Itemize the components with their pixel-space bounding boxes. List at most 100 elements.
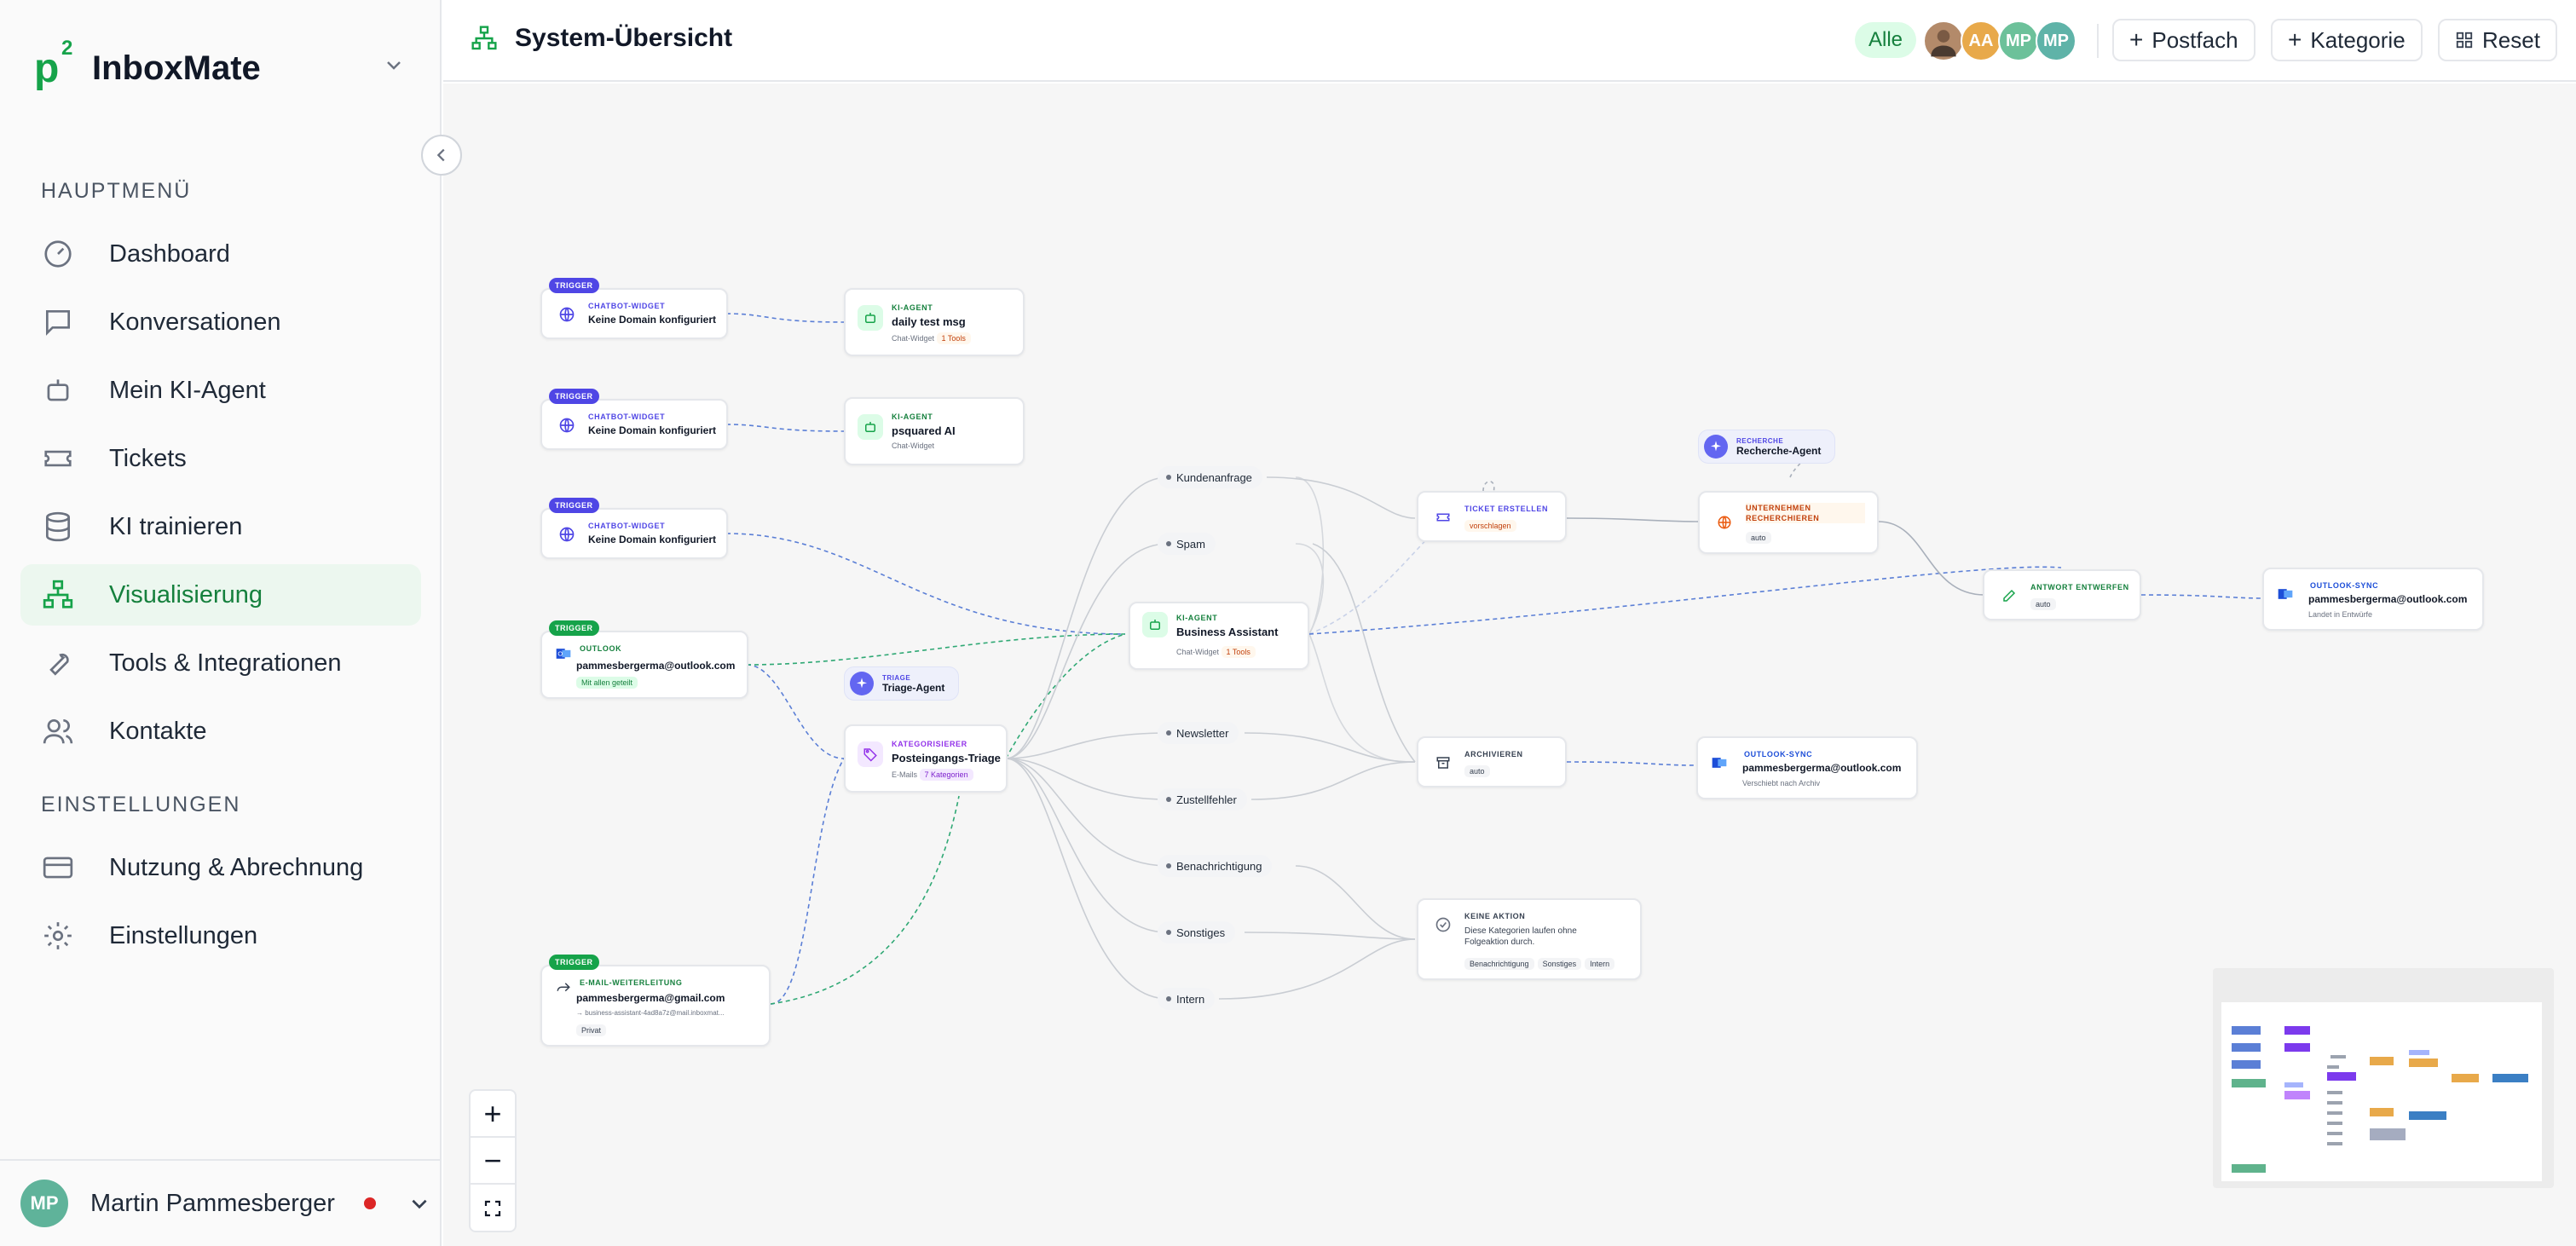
gauge-icon [41,237,75,271]
sidebar-item-dashboard[interactable]: Dashboard [20,223,421,285]
node-triage-agent[interactable]: TRIAGE Triage-Agent [844,666,960,701]
node-sub-text: E-Mails [892,770,918,779]
node-title: pammesbergerma@gmail.com [576,992,725,1004]
category-intern[interactable]: Intern [1158,988,1216,1010]
category-kundenanfrage[interactable]: Kundenanfrage [1158,466,1262,488]
sidebar-item-label: KI trainieren [109,512,243,540]
sparkle-icon [850,672,874,695]
outlook-icon: O [551,641,576,666]
svg-text:O: O [557,650,563,658]
node-email-forwarding[interactable]: TRIGGER E-MAIL-WEITERLEITUNG pammesberge… [540,955,771,1047]
node-outlook-sync-drafts[interactable]: OUTLOOK-SYNC pammesbergerma@outlook.com … [2262,568,2484,631]
button-label: Reset [2482,26,2540,53]
node-type: OUTLOOK-SYNC [2310,581,2379,590]
mode-chip: auto [1746,532,1771,544]
category-newsletter[interactable]: Newsletter [1158,722,1239,744]
node-type: KI-AGENT [1176,614,1218,622]
avatar[interactable]: AA [1961,20,2001,61]
sidebar-item-visualisierung[interactable]: Visualisierung [20,564,421,626]
node-ticket-erstellen[interactable]: TICKET ERSTELLEN vorschlagen [1417,491,1567,542]
zoom-in-button[interactable]: + [471,1091,515,1138]
node-ki-agent-psquared[interactable]: KI-AGENT psquared AI Chat-Widget [844,397,1025,465]
sidebar-item-tickets[interactable]: Tickets [20,428,421,489]
category-chip: Benachrichtigung [1464,958,1534,970]
sidebar-item-kontakte[interactable]: Kontakte [20,701,421,762]
robot-icon [1142,612,1168,637]
node-business-assistant[interactable]: KI-AGENT Business Assistant Chat-Widget … [1129,602,1309,670]
sidebar-item-konversationen[interactable]: Konversationen [20,291,421,353]
avatar[interactable]: MP [2036,20,2076,61]
node-type: CHATBOT-WIDGET [588,522,666,530]
robot-icon [858,414,883,440]
category-zustellfehler[interactable]: Zustellfehler [1158,788,1247,810]
node-keine-aktion[interactable]: KEINE AKTION Diese Kategorien laufen ohn… [1417,898,1642,980]
outlook-icon [2273,581,2298,607]
node-type: OUTLOOK-SYNC [1744,750,1813,759]
robot-icon [858,305,883,331]
mode-chip: vorschlagen [1464,520,1516,532]
node-chip-wrap: auto [2030,598,2059,610]
node-sub: E-Mails 7 Kategorien [892,769,977,781]
node-antwort-entwerfen[interactable]: ANTWORT ENTWERFEN auto [1983,569,2141,620]
user-menu[interactable]: MP Martin Pammesberger [0,1159,442,1246]
category-benachrichtigung[interactable]: Benachrichtigung [1158,855,1273,877]
filter-all[interactable]: Alle [1855,22,1916,58]
flow-canvas[interactable]: TRIGGER CHATBOT-WIDGET Keine Domain konf… [443,84,2576,1246]
sidebar-item-label: Mein KI-Agent [109,376,266,404]
node-chatbot-widget-1[interactable]: TRIGGER CHATBOT-WIDGET Keine Domain konf… [540,278,728,339]
node-unternehmen-recherchieren[interactable]: UNTERNEHMEN RECHERCHIEREN auto [1698,491,1879,554]
zoom-controls: + − [469,1089,517,1232]
status-dot [363,1197,376,1209]
sidebar-item-tools[interactable]: Tools & Integrationen [20,632,421,694]
pencil-icon [1996,583,2022,609]
plus-icon: + [2288,26,2302,53]
trigger-tag: TRIGGER [549,955,599,970]
node-ki-agent-daily[interactable]: KI-AGENT daily test msg Chat-Widget 1 To… [844,288,1025,356]
add-postfach-button[interactable]: + Postfach [2112,19,2255,61]
add-kategorie-button[interactable]: + Kategorie [2271,19,2423,61]
chevron-down-icon[interactable] [408,1192,430,1214]
node-chatbot-widget-3[interactable]: TRIGGER CHATBOT-WIDGET Keine Domain konf… [540,498,728,559]
node-recherche-agent[interactable]: RECHERCHE Recherche-Agent [1698,430,1836,464]
avatar-photo[interactable] [1923,20,1964,61]
brand[interactable]: p2 InboxMate [34,37,261,95]
trigger-tag: TRIGGER [549,498,599,513]
sidebar-collapse-button[interactable] [421,135,462,176]
sidebar-item-ki-agent[interactable]: Mein KI-Agent [20,360,421,421]
node-type: CHATBOT-WIDGET [588,412,666,421]
node-chatbot-widget-2[interactable]: TRIGGER CHATBOT-WIDGET Keine Domain konf… [540,389,728,450]
sidebar-item-label: Einstellungen [109,921,258,949]
agent-pill-text: RECHERCHE Recherche-Agent [1736,437,1821,457]
node-title: Keine Domain konfiguriert [588,424,717,436]
reset-button[interactable]: Reset [2438,19,2557,61]
sidebar-item-label: Kontakte [109,717,207,745]
sidebar-item-label: Nutzung & Abrechnung [109,853,364,881]
sidebar-item-ki-trainieren[interactable]: KI trainieren [20,496,421,557]
button-label: Postfach [2151,26,2238,53]
node-outlook-sync-archive[interactable]: OUTLOOK-SYNC pammesbergerma@outlook.com … [1696,736,1918,799]
category-spam[interactable]: Spam [1158,533,1216,555]
node-type: TRIAGE [882,673,911,682]
node-archivieren[interactable]: ARCHIVIEREN auto [1417,736,1567,787]
node-sub: Chat-Widget 1 Tools [892,332,974,344]
brand-name: InboxMate [92,49,261,87]
node-outlook-trigger[interactable]: TRIGGER O OUTLOOK pammesbergerma@outlook… [540,620,748,699]
node-kategorisierer[interactable]: KATEGORISIERER Posteingangs-Triage E-Mai… [844,724,1008,793]
node-type: KI-AGENT [892,303,933,312]
button-label: Kategorie [2310,26,2406,53]
node-type: KI-AGENT [892,412,933,421]
plus-icon: + [2129,26,2144,53]
node-chips: Benachrichtigung Sonstiges Intern [1464,958,1618,970]
avatar[interactable]: MP [1998,20,2039,61]
user-photo-icon [1931,30,1956,57]
chevron-down-icon[interactable] [384,55,404,75]
fit-view-button[interactable] [471,1185,515,1232]
category-sonstiges[interactable]: Sonstiges [1158,921,1236,943]
tools-chip: 1 Tools [936,332,971,344]
minimap[interactable] [2213,968,2554,1188]
sidebar-item-einstellungen[interactable]: Einstellungen [20,905,421,966]
sidebar-item-nutzung[interactable]: Nutzung & Abrechnung [20,837,421,898]
node-sub: Landet in Entwürfe [2308,610,2373,619]
zoom-out-button[interactable]: − [471,1138,515,1185]
categories-chip: 7 Kategorien [919,769,973,781]
